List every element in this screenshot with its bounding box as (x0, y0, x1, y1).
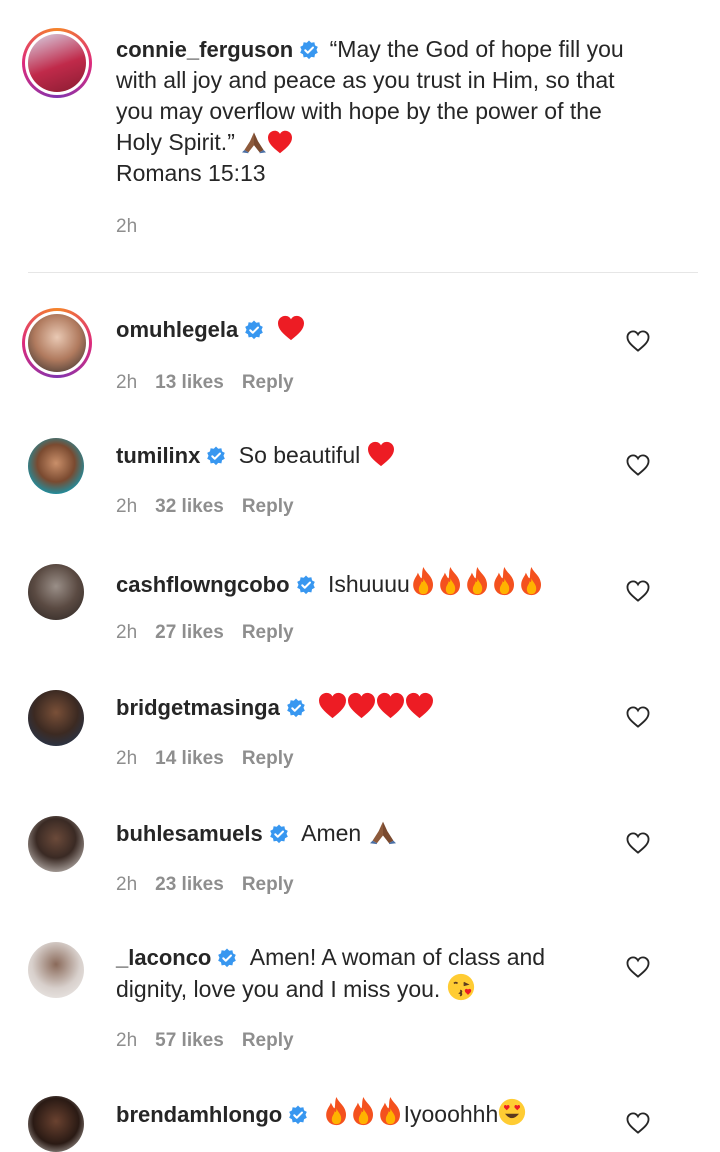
reply-button[interactable]: Reply (242, 874, 294, 895)
comment-time: 2h (116, 496, 138, 517)
comment-likes[interactable]: 13 likes (155, 372, 224, 393)
avatar[interactable] (28, 1096, 84, 1152)
comment-time: 2h (116, 372, 138, 393)
comment-username[interactable]: bridgetmasinga (116, 695, 280, 720)
avatar[interactable] (28, 690, 84, 746)
fire-icon (350, 1096, 377, 1126)
avatar[interactable] (28, 816, 84, 872)
comment-likes[interactable]: 27 likes (155, 622, 224, 643)
avatar[interactable] (28, 438, 84, 494)
comment-username[interactable]: buhlesamuels (116, 821, 263, 846)
caption-time: 2h (116, 216, 138, 237)
pray-icon (241, 130, 267, 154)
comment-item: cashflowngcobo Ishuuuu 2h 27 likes Reply (0, 556, 720, 666)
reply-button[interactable]: Reply (242, 1030, 294, 1051)
heart-eyes-icon (498, 1098, 526, 1126)
avatar[interactable] (22, 28, 92, 98)
comment-item: brendamhlongo Iyooohhh (0, 1090, 720, 1152)
comment-time: 2h (116, 1030, 138, 1051)
comment-text: Iyooohhh (403, 1101, 499, 1127)
comment-item: omuhlegela 2h 13 likes Reply (0, 300, 720, 410)
like-heart-icon[interactable] (626, 956, 650, 978)
fire-icon (437, 566, 464, 596)
comment-text: Amen (301, 820, 362, 846)
fire-icon (323, 1096, 350, 1126)
post-caption: connie_ferguson “May the God of hope fil… (0, 0, 720, 272)
comment-likes[interactable]: 57 likes (155, 1030, 224, 1051)
avatar[interactable] (28, 564, 84, 620)
comment-text: So beautiful (238, 442, 361, 468)
divider (28, 272, 698, 273)
like-heart-icon[interactable] (626, 832, 650, 854)
avatar[interactable] (28, 942, 84, 998)
comment-text-line-2: dignity, love you and I miss you. (116, 976, 441, 1002)
verified-icon (296, 575, 316, 595)
heart-icon (405, 692, 434, 719)
caption-username[interactable]: connie_ferguson (116, 37, 293, 62)
reply-button[interactable]: Reply (242, 748, 294, 769)
like-heart-icon[interactable] (626, 580, 650, 602)
caption-line-4: Holy Spirit.” (116, 129, 235, 155)
caption-text: connie_ferguson “May the God of hope fil… (116, 34, 676, 189)
comment-time: 2h (116, 622, 138, 643)
fire-icon (491, 566, 518, 596)
heart-icon (267, 130, 293, 154)
caption-reference: Romans 15:13 (116, 160, 266, 186)
verified-icon (286, 698, 306, 718)
avatar[interactable] (22, 308, 92, 378)
reply-button[interactable]: Reply (242, 372, 294, 393)
like-heart-icon[interactable] (626, 330, 650, 352)
caption-line-2: with all joy and peace as you trust in H… (116, 67, 615, 93)
comment-item: tumilinx So beautiful 2h 32 likes Reply (0, 430, 720, 540)
heart-icon (367, 441, 395, 467)
heart-icon (277, 315, 305, 341)
reply-button[interactable]: Reply (242, 496, 294, 517)
comment-likes[interactable]: 14 likes (155, 748, 224, 769)
kiss-icon (447, 973, 475, 1001)
verified-icon (288, 1105, 308, 1125)
comment-username[interactable]: cashflowngcobo (116, 572, 290, 597)
verified-icon (217, 948, 237, 968)
like-heart-icon[interactable] (626, 454, 650, 476)
fire-icon (410, 566, 437, 596)
comment-username[interactable]: _laconco (116, 945, 211, 970)
pray-icon (368, 819, 398, 845)
heart-icon (318, 692, 347, 719)
verified-icon (244, 320, 264, 340)
comment-item: _laconco Amen! A woman of class and dign… (0, 934, 720, 1074)
heart-icon (347, 692, 376, 719)
caption-line-1: “May the God of hope fill you (329, 36, 624, 62)
like-heart-icon[interactable] (626, 706, 650, 728)
verified-icon (269, 824, 289, 844)
reply-button[interactable]: Reply (242, 622, 294, 643)
comment-likes[interactable]: 23 likes (155, 874, 224, 895)
comment-item: buhlesamuels Amen 2h 23 likes Reply (0, 808, 720, 918)
comment-likes[interactable]: 32 likes (155, 496, 224, 517)
fire-icon (464, 566, 491, 596)
caption-line-3: you may overflow with hope by the power … (116, 98, 602, 124)
comment-username[interactable]: tumilinx (116, 443, 200, 468)
verified-icon (206, 446, 226, 466)
heart-icon (376, 692, 405, 719)
comment-username[interactable]: brendamhlongo (116, 1102, 282, 1127)
comment-time: 2h (116, 874, 138, 895)
like-heart-icon[interactable] (626, 1112, 650, 1134)
fire-icon (518, 566, 545, 596)
comment-text: Ishuuuu (327, 571, 410, 597)
comment-username[interactable]: omuhlegela (116, 317, 238, 342)
fire-icon (377, 1096, 404, 1126)
comment-time: 2h (116, 748, 138, 769)
comment-item: bridgetmasinga 2h 14 likes Reply (0, 682, 720, 792)
verified-icon (299, 40, 319, 60)
comment-text: Amen! A woman of class and (249, 944, 546, 970)
